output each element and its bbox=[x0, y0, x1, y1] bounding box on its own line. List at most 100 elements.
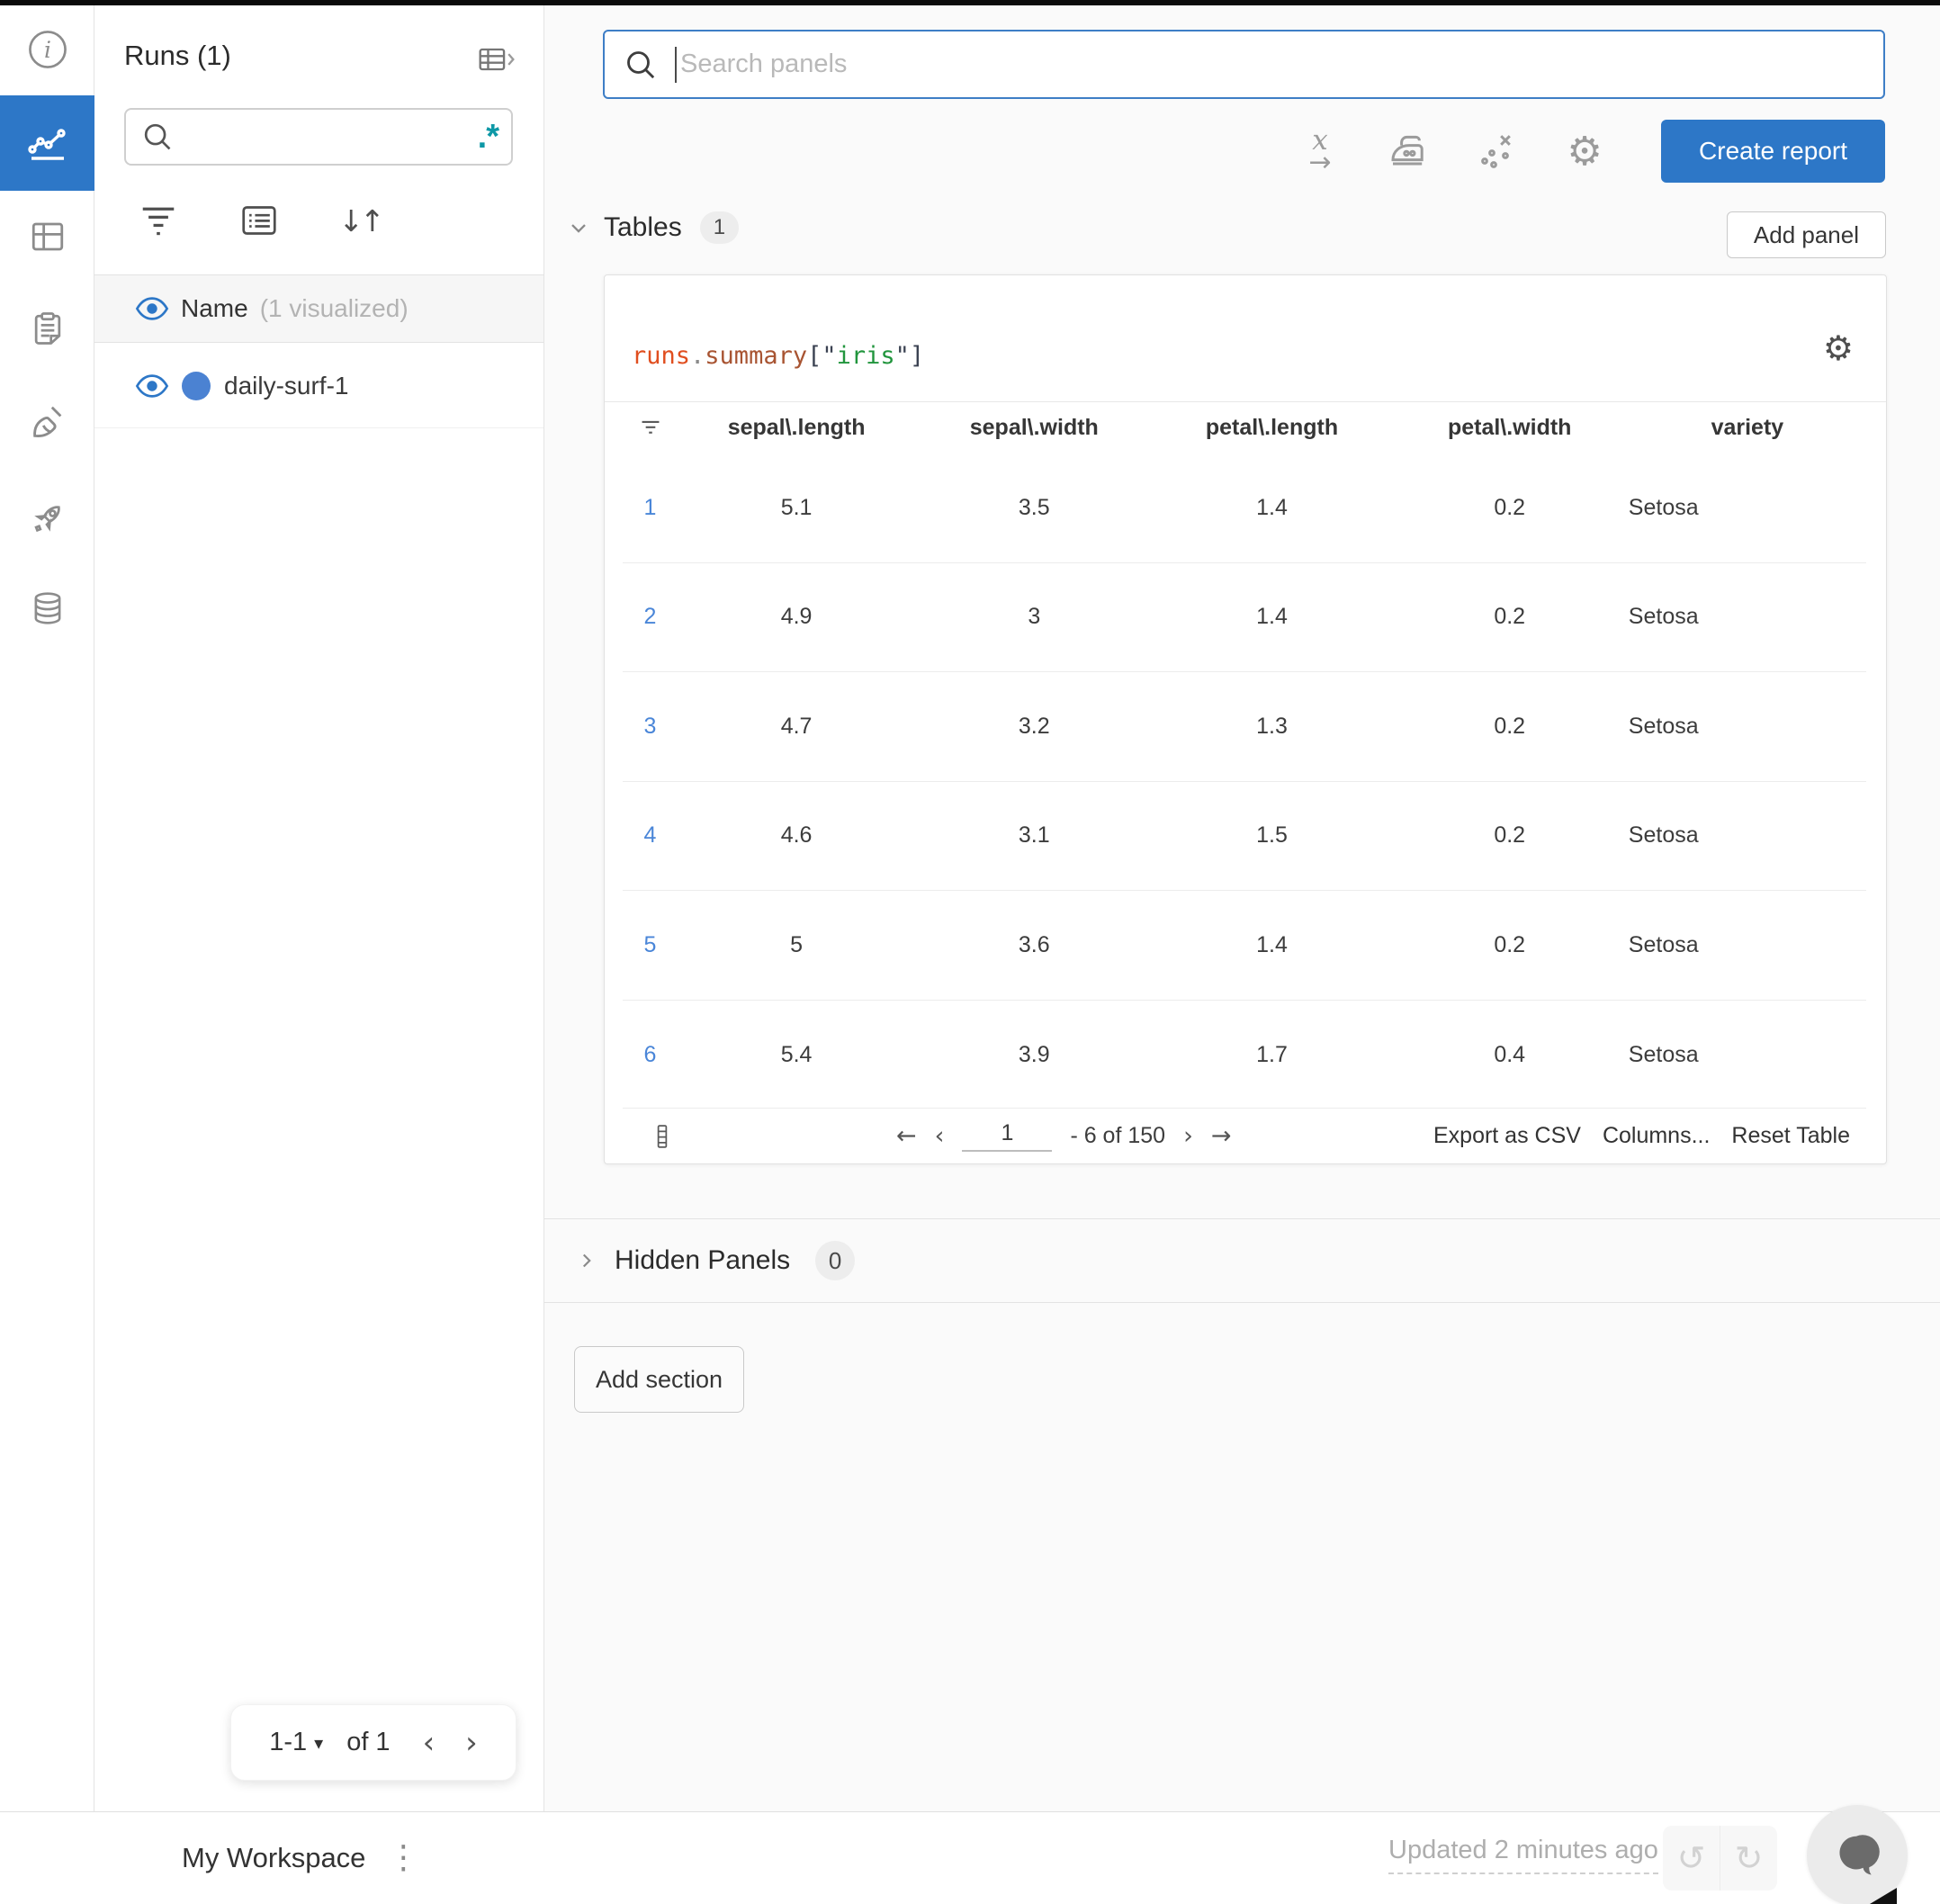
table-cell: 1.3 bbox=[1256, 713, 1288, 739]
runs-search-input[interactable] bbox=[185, 122, 478, 151]
column-header[interactable]: variety bbox=[1629, 415, 1866, 441]
add-panel-button[interactable]: Add panel bbox=[1726, 211, 1886, 258]
table-row: 4 4.6 3.1 1.5 0.2 Setosa bbox=[623, 782, 1866, 891]
table-cell: Setosa bbox=[1628, 494, 1699, 520]
row-index-link[interactable]: 3 bbox=[623, 714, 678, 740]
logs-clipboard-icon[interactable] bbox=[0, 303, 94, 354]
table-header-row: sepal\.length sepal\.width petal\.length… bbox=[605, 401, 1886, 454]
code-token-close-bracket: "] bbox=[894, 342, 925, 370]
table-filter-icon[interactable] bbox=[623, 417, 678, 440]
table-footer: ← ‹ - 6 of 150 › → Export as CSV Columns… bbox=[623, 1108, 1866, 1163]
run-name[interactable]: daily-surf-1 bbox=[224, 372, 348, 400]
chevron-right-icon bbox=[582, 1253, 591, 1268]
table-cell: 5 bbox=[790, 931, 804, 957]
workspace-name-label[interactable]: My Workspace bbox=[182, 1842, 365, 1874]
panel-search-input[interactable] bbox=[680, 49, 1865, 79]
settings-gear-icon[interactable]: ⚙ bbox=[1564, 124, 1605, 178]
runs-sidebar: Runs (1) .* ↓↑ Name (1 visualized) daily… bbox=[94, 5, 544, 1811]
tables-section-header: Tables 1 Add panel bbox=[544, 211, 1940, 262]
row-height-icon[interactable] bbox=[652, 1123, 672, 1150]
code-token-open-bracket: [" bbox=[807, 342, 837, 370]
run-visibility-eye-icon[interactable] bbox=[135, 373, 169, 400]
workspace-chart-icon[interactable] bbox=[0, 95, 94, 191]
row-index-link[interactable]: 5 bbox=[623, 932, 678, 958]
redo-icon[interactable]: ↻ bbox=[1720, 1826, 1777, 1891]
add-section-button[interactable]: Add section bbox=[574, 1346, 744, 1413]
launch-rocket-icon[interactable] bbox=[0, 493, 94, 543]
hidden-panels-section[interactable]: Hidden Panels 0 bbox=[544, 1218, 1940, 1303]
undo-redo-group: ↺ ↻ bbox=[1663, 1826, 1777, 1891]
search-icon bbox=[627, 50, 655, 78]
visibility-eye-icon[interactable] bbox=[135, 295, 169, 322]
table-row: 3 4.7 3.2 1.3 0.2 Setosa bbox=[623, 672, 1866, 782]
table-cell: 0.4 bbox=[1494, 1041, 1526, 1067]
columns-button[interactable]: Columns... bbox=[1603, 1123, 1710, 1149]
iris-table-panel: runs.summary["iris"] ⚙ sepal\.length sep… bbox=[604, 274, 1887, 1164]
table-cell: 1.4 bbox=[1256, 931, 1288, 957]
group-list-icon[interactable] bbox=[238, 198, 280, 243]
table-pagination: ← ‹ - 6 of 150 › → bbox=[896, 1120, 1232, 1152]
table-row: 6 5.4 3.9 1.7 0.4 Setosa bbox=[623, 1001, 1866, 1110]
column-header[interactable]: sepal\.width bbox=[915, 415, 1153, 441]
table-cell: Setosa bbox=[1628, 822, 1699, 849]
first-page-arrow-icon[interactable]: ← bbox=[896, 1122, 917, 1150]
chevron-down-icon: ▾ bbox=[314, 1731, 324, 1754]
page-range-dropdown[interactable]: 1-1 bbox=[269, 1728, 307, 1757]
table-cell: Setosa bbox=[1628, 604, 1699, 630]
page-number-input[interactable] bbox=[962, 1120, 1053, 1152]
run-color-dot bbox=[182, 371, 211, 400]
export-csv-button[interactable]: Export as CSV bbox=[1433, 1123, 1581, 1149]
prev-page-chevron-icon[interactable]: ‹ bbox=[935, 1122, 945, 1150]
table-cell: 1.4 bbox=[1256, 604, 1288, 630]
outliers-scatter-icon[interactable] bbox=[1476, 124, 1517, 178]
info-icon[interactable]: i bbox=[0, 24, 94, 75]
row-index-link[interactable]: 4 bbox=[623, 822, 678, 849]
runs-toolbar: ↓↑ bbox=[138, 198, 385, 243]
regex-toggle-icon[interactable]: .* bbox=[478, 120, 499, 154]
column-header[interactable]: petal\.length bbox=[1153, 415, 1390, 441]
tables-section-toggle[interactable]: Tables 1 bbox=[566, 211, 740, 244]
runs-search-box: .* bbox=[124, 108, 513, 166]
text-cursor bbox=[675, 46, 677, 83]
last-updated-label[interactable]: Updated 2 minutes ago bbox=[1388, 1836, 1658, 1874]
column-header[interactable]: petal\.width bbox=[1391, 415, 1629, 441]
expand-runs-table-icon[interactable] bbox=[477, 41, 516, 77]
table-row: 5 5 3.6 1.4 0.2 Setosa bbox=[623, 891, 1866, 1001]
bottom-bar: My Workspace ⋮ Updated 2 minutes ago ↺ ↻ bbox=[0, 1811, 1940, 1904]
next-page-chevron-icon[interactable]: › bbox=[1183, 1122, 1193, 1150]
prev-page-icon[interactable]: ‹ bbox=[423, 1725, 436, 1761]
name-column-label[interactable]: Name bbox=[181, 294, 248, 323]
x-axis-icon[interactable]: x → bbox=[1299, 124, 1341, 178]
chat-bubble-icon bbox=[1839, 1835, 1880, 1875]
row-index-link[interactable]: 1 bbox=[623, 495, 678, 521]
sort-icon[interactable]: ↓↑ bbox=[338, 198, 384, 243]
mouse-cursor bbox=[1870, 1888, 1897, 1904]
workspace-menu-kebab-icon[interactable]: ⋮ bbox=[387, 1842, 419, 1874]
smoothing-iron-icon[interactable] bbox=[1388, 124, 1429, 178]
row-index-link[interactable]: 2 bbox=[623, 604, 678, 630]
next-page-icon[interactable]: › bbox=[465, 1725, 478, 1761]
table-cell: Setosa bbox=[1628, 1041, 1699, 1067]
runs-title: Runs (1) bbox=[124, 40, 231, 71]
column-header[interactable]: sepal\.length bbox=[678, 415, 915, 441]
undo-icon[interactable]: ↺ bbox=[1663, 1826, 1720, 1891]
table-cell: 0.2 bbox=[1494, 494, 1526, 520]
reset-table-button[interactable]: Reset Table bbox=[1731, 1123, 1850, 1149]
code-token-summary: summary bbox=[705, 342, 808, 370]
sweeps-broom-icon[interactable] bbox=[0, 398, 94, 448]
panels-icon[interactable] bbox=[0, 211, 94, 262]
table-cell: 5.1 bbox=[780, 494, 813, 520]
page-range-label: - 6 of 150 bbox=[1070, 1123, 1166, 1148]
code-token-key: iris bbox=[836, 342, 895, 370]
table-cell: 0.2 bbox=[1494, 822, 1526, 849]
table-cell: 1.4 bbox=[1256, 494, 1288, 520]
table-cell: 4.6 bbox=[780, 822, 813, 849]
panel-title-code[interactable]: runs.summary["iris"] bbox=[632, 342, 924, 370]
table-cell: 3.2 bbox=[1018, 713, 1050, 739]
panel-settings-gear-icon[interactable]: ⚙ bbox=[1823, 331, 1854, 365]
artifacts-database-icon[interactable] bbox=[0, 583, 94, 633]
row-index-link[interactable]: 6 bbox=[623, 1042, 678, 1068]
filter-icon[interactable] bbox=[138, 198, 179, 243]
create-report-button[interactable]: Create report bbox=[1661, 120, 1885, 183]
last-page-arrow-icon[interactable]: → bbox=[1211, 1122, 1232, 1150]
